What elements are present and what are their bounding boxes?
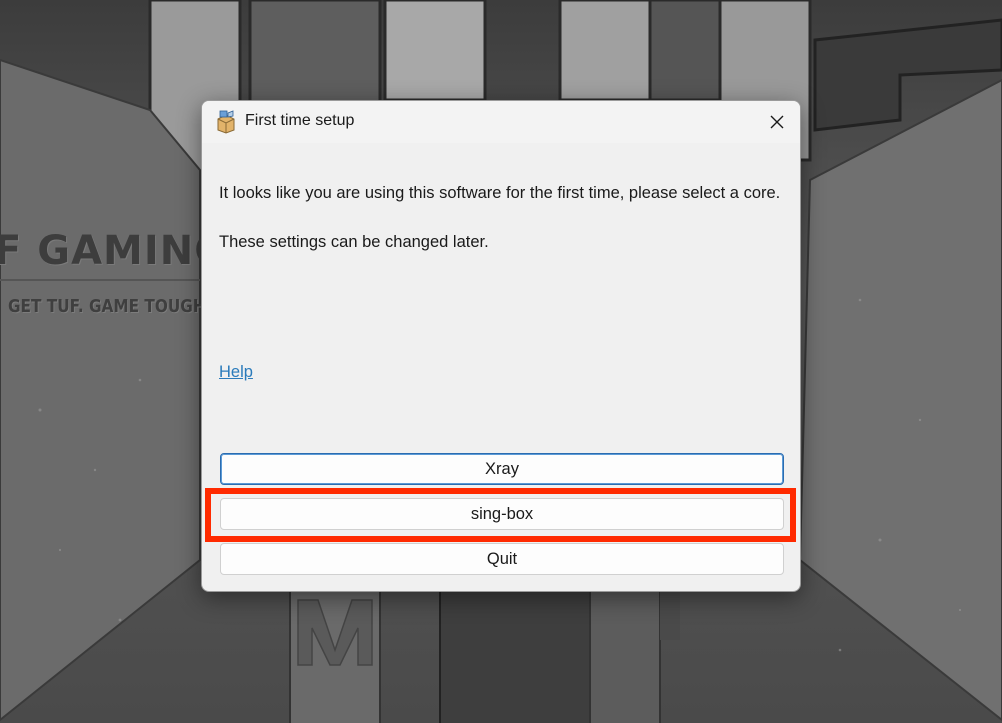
sing-box-button[interactable]: sing-box [220, 498, 784, 530]
dialog-message: It looks like you are using this softwar… [219, 184, 781, 202]
dialog-note: These settings can be changed later. [219, 233, 489, 251]
wallpaper-brand-title: F GAMING [0, 228, 229, 274]
dialog-title: First time setup [245, 112, 355, 129]
close-button[interactable] [754, 101, 800, 143]
quit-button[interactable]: Quit [220, 543, 784, 575]
dialog-titlebar[interactable]: First time setup [202, 101, 800, 143]
xray-button[interactable]: Xray [220, 453, 784, 485]
dialog-message-area: It looks like you are using this softwar… [219, 181, 789, 254]
first-time-setup-dialog: First time setup It looks like you are u… [201, 100, 801, 592]
package-icon [215, 110, 237, 134]
wallpaper-brand-slogan: GET TUF. GAME TOUGH [8, 296, 206, 317]
close-icon [770, 115, 784, 129]
help-link[interactable]: Help [219, 363, 253, 382]
